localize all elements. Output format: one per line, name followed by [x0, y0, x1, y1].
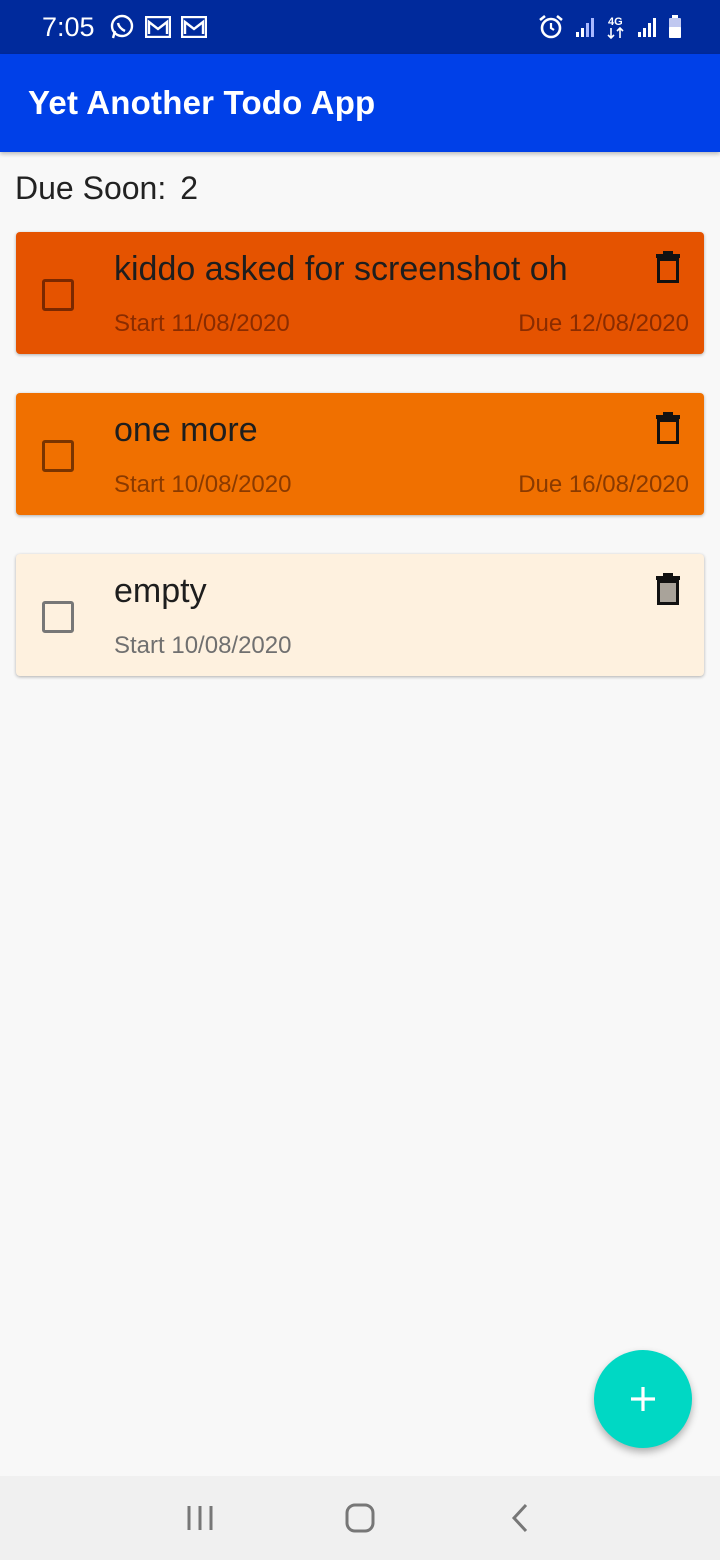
back-icon [511, 1503, 528, 1533]
plus-icon [631, 1387, 655, 1411]
todo-due-date: Due 16/08/2020 [518, 471, 689, 498]
todo-due-date: Due 12/08/2020 [518, 310, 689, 337]
trash-icon[interactable] [654, 572, 682, 606]
trash-icon[interactable] [654, 250, 682, 284]
todo-start-date: Start 10/08/2020 [114, 632, 292, 659]
due-soon-count: 2 [180, 170, 199, 206]
todo-checkbox[interactable] [42, 601, 74, 633]
status-left: 7:05 [42, 12, 207, 43]
network-label: 4G [608, 16, 623, 28]
whatsapp-icon [109, 14, 135, 40]
add-todo-button[interactable] [594, 1350, 692, 1448]
todo-card[interactable]: empty Start 10/08/2020 [16, 554, 704, 676]
trash-icon[interactable] [654, 411, 682, 445]
todo-start-date: Start 10/08/2020 [114, 471, 292, 498]
recent-apps-button[interactable] [170, 1488, 230, 1548]
todo-checkbox[interactable] [42, 279, 74, 311]
status-time: 7:05 [42, 11, 95, 42]
due-soon-label: Due Soon: [15, 170, 167, 206]
status-bar: 7:05 4G [0, 0, 720, 54]
recent-apps-icon [187, 1506, 213, 1530]
todo-start-date: Start 11/08/2020 [114, 310, 290, 337]
signal-icon [636, 16, 658, 38]
status-right: 4G [538, 14, 682, 40]
gmail-icon [180, 16, 207, 38]
todo-title: empty [114, 572, 207, 610]
alarm-icon [538, 14, 564, 40]
todo-card[interactable]: kiddo asked for screenshot oh Start 11/0… [16, 232, 704, 354]
app-title: Yet Another Todo App [28, 84, 376, 121]
home-icon [345, 1503, 375, 1533]
4g-icon: 4G [606, 14, 626, 40]
navigation-bar [0, 1476, 720, 1560]
todo-title: one more [114, 411, 258, 449]
battery-icon [668, 15, 682, 39]
due-soon-summary: Due Soon: 2 [15, 170, 198, 207]
gmail-icon [144, 16, 171, 38]
app-bar: Yet Another Todo App [0, 54, 720, 152]
todo-title: kiddo asked for screenshot oh [114, 250, 568, 288]
todo-card[interactable]: one more Start 10/08/2020 Due 16/08/2020 [16, 393, 704, 515]
signal-icon [574, 16, 596, 38]
home-button[interactable] [330, 1488, 390, 1548]
back-button[interactable] [490, 1488, 550, 1548]
todo-checkbox[interactable] [42, 440, 74, 472]
